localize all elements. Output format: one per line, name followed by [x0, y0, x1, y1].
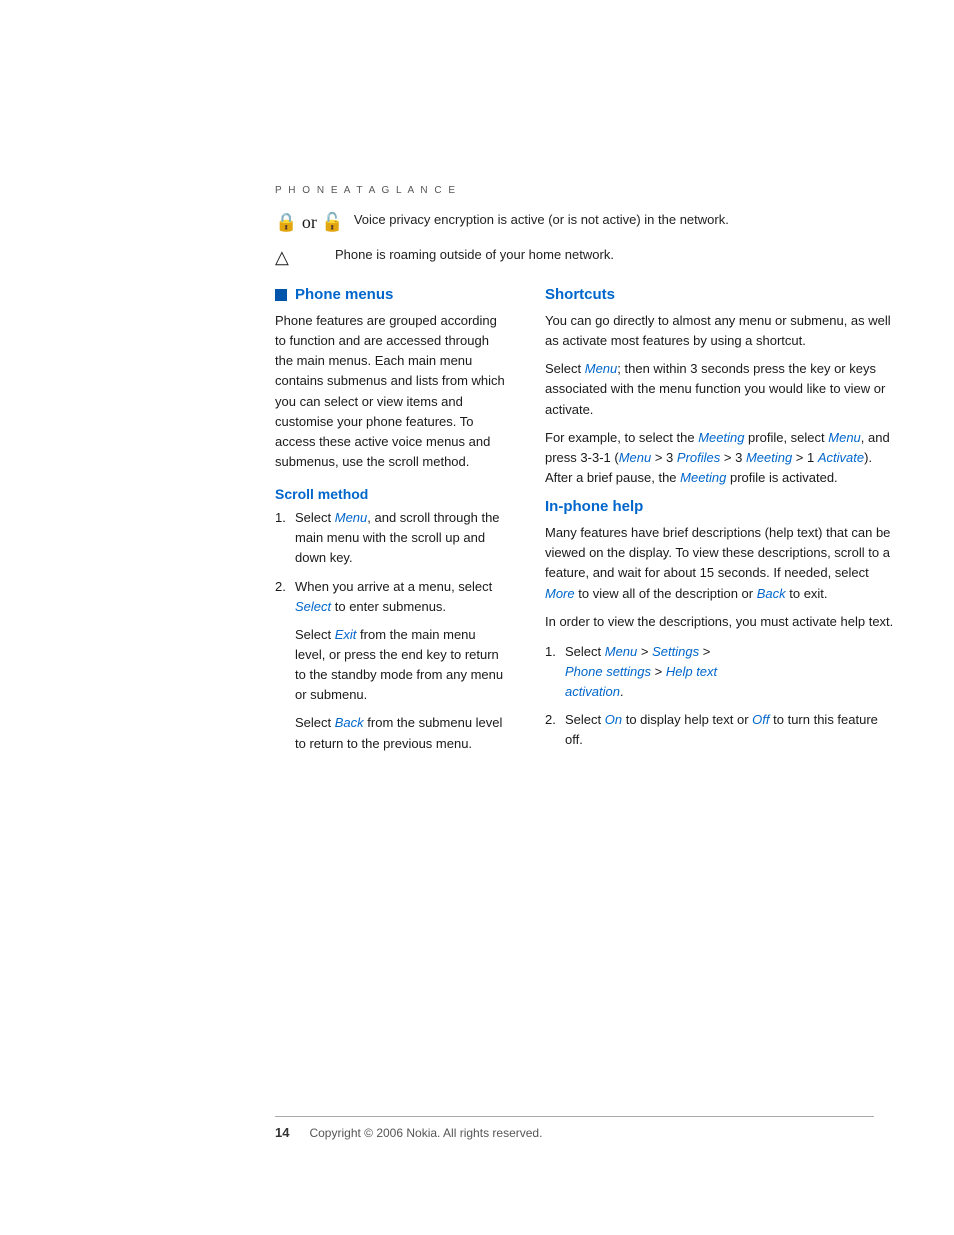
back-link-2: Back: [757, 586, 786, 601]
settings-link: Settings: [652, 644, 699, 659]
shortcuts-body: You can go directly to almost any menu o…: [545, 311, 895, 488]
menu-link-s: Menu: [585, 361, 618, 376]
shortcuts-para-3: For example, to select the Meeting profi…: [545, 428, 895, 488]
menu-link-3: Menu: [828, 430, 861, 445]
list-item-text: Select Menu > Settings >Phone settings >…: [565, 642, 717, 702]
list-item: 2. When you arrive at a menu, select Sel…: [275, 577, 505, 617]
lock-icon: 🔒 or 🔓: [275, 212, 344, 233]
copyright-text: Copyright © 2006 Nokia. All rights reser…: [309, 1126, 542, 1140]
menu-link-4: Menu: [619, 450, 652, 465]
left-column: Phone menus Phone features are grouped a…: [275, 286, 505, 762]
shortcuts-para-2: Select Menu; then within 3 seconds press…: [545, 359, 895, 419]
page: P h o n e a t a g l a n c e 🔒 or 🔓 Voice…: [0, 0, 954, 1235]
phone-menus-body: Phone features are grouped according to …: [275, 311, 505, 472]
help-para-1: Many features have brief descriptions (h…: [545, 523, 895, 604]
list-number: 2.: [275, 577, 289, 597]
meeting-link-3: Meeting: [680, 470, 726, 485]
meeting-link-1: Meeting: [698, 430, 744, 445]
content-area: 🔒 or 🔓 Voice privacy encryption is activ…: [275, 210, 895, 762]
menu-link-h1: Menu: [605, 644, 638, 659]
right-column: Shortcuts You can go directly to almost …: [545, 286, 895, 762]
list-item-text: Select Menu, and scroll through the main…: [295, 508, 505, 568]
select-link: Select: [295, 599, 331, 614]
scroll-method-heading: Scroll method: [275, 486, 505, 502]
triangle-icon: △: [275, 247, 325, 268]
phone-settings-link: Phone settings: [565, 664, 651, 679]
more-link: More: [545, 586, 575, 601]
back-link: Back: [335, 715, 364, 730]
help-steps-list: 1. Select Menu > Settings >Phone setting…: [545, 642, 895, 751]
section-header-label: P h o n e a t a g l a n c e: [275, 185, 457, 196]
meeting-link-2: Meeting: [746, 450, 792, 465]
scroll-indent-1: Select Exit from the main menu level, or…: [295, 625, 505, 706]
blue-box-icon: [275, 289, 287, 301]
list-item: 1. Select Menu > Settings >Phone setting…: [545, 642, 895, 702]
lock-description: Voice privacy encryption is active (or i…: [354, 210, 729, 230]
list-item: 2. Select On to display help text or Off…: [545, 710, 895, 750]
in-phone-help-body: Many features have brief descriptions (h…: [545, 523, 895, 632]
phone-menus-heading: Phone menus: [295, 286, 393, 303]
list-item-text: When you arrive at a menu, select Select…: [295, 577, 505, 617]
page-number: 14: [275, 1125, 289, 1140]
list-number: 1.: [545, 642, 559, 662]
list-item-text: Select On to display help text or Off to…: [565, 710, 895, 750]
phone-menus-heading-row: Phone menus: [275, 286, 505, 303]
icon-row-lock: 🔒 or 🔓 Voice privacy encryption is activ…: [275, 210, 895, 233]
scroll-method-list: 1. Select Menu, and scroll through the m…: [275, 508, 505, 617]
on-link: On: [605, 712, 622, 727]
two-col-layout: Phone menus Phone features are grouped a…: [275, 286, 895, 762]
page-footer: 14 Copyright © 2006 Nokia. All rights re…: [275, 1116, 874, 1140]
help-para-2: In order to view the descriptions, you m…: [545, 612, 895, 632]
off-link: Off: [752, 712, 769, 727]
icon-row-roaming: △ Phone is roaming outside of your home …: [275, 245, 895, 268]
roaming-description: Phone is roaming outside of your home ne…: [335, 245, 614, 265]
scroll-indent-2: Select Back from the submenu level to re…: [295, 713, 505, 753]
list-item: 1. Select Menu, and scroll through the m…: [275, 508, 505, 568]
list-number: 2.: [545, 710, 559, 730]
shortcuts-heading: Shortcuts: [545, 286, 895, 303]
profiles-link: Profiles: [677, 450, 720, 465]
menu-link-1: Menu: [335, 510, 368, 525]
exit-link: Exit: [335, 627, 357, 642]
activate-link: Activate: [818, 450, 864, 465]
list-number: 1.: [275, 508, 289, 528]
shortcuts-para-1: You can go directly to almost any menu o…: [545, 311, 895, 351]
in-phone-help-heading: In-phone help: [545, 498, 895, 515]
